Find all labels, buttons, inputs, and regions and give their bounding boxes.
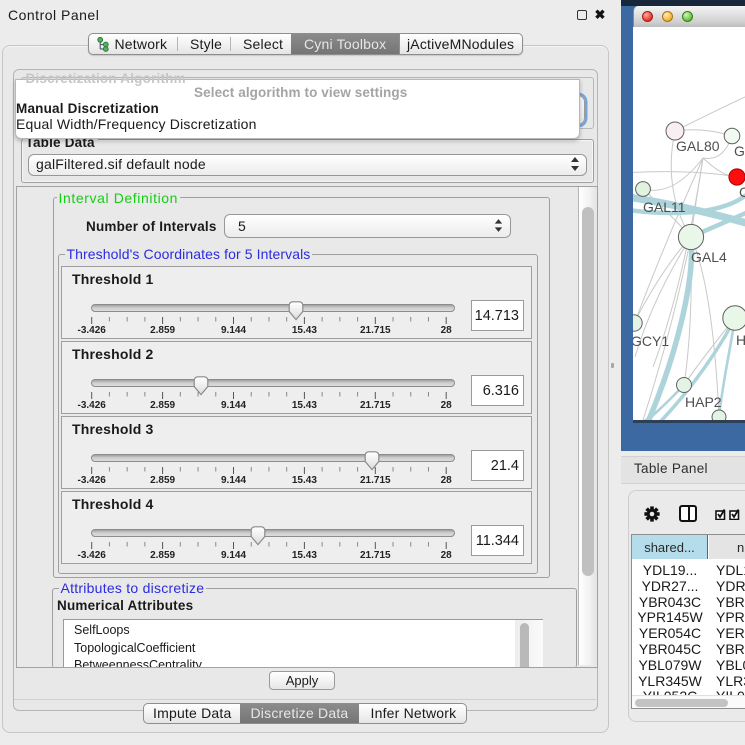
svg-text:H: H [736,332,745,348]
svg-text:GAL80: GAL80 [676,138,720,154]
svg-text:HAP2: HAP2 [685,394,722,410]
svg-text:GCY1: GCY1 [633,333,669,349]
svg-text:GAL4: GAL4 [691,249,727,265]
svg-text:C: C [739,184,745,200]
svg-text:GAL11: GAL11 [643,199,686,215]
svg-text:GA: GA [734,143,745,159]
